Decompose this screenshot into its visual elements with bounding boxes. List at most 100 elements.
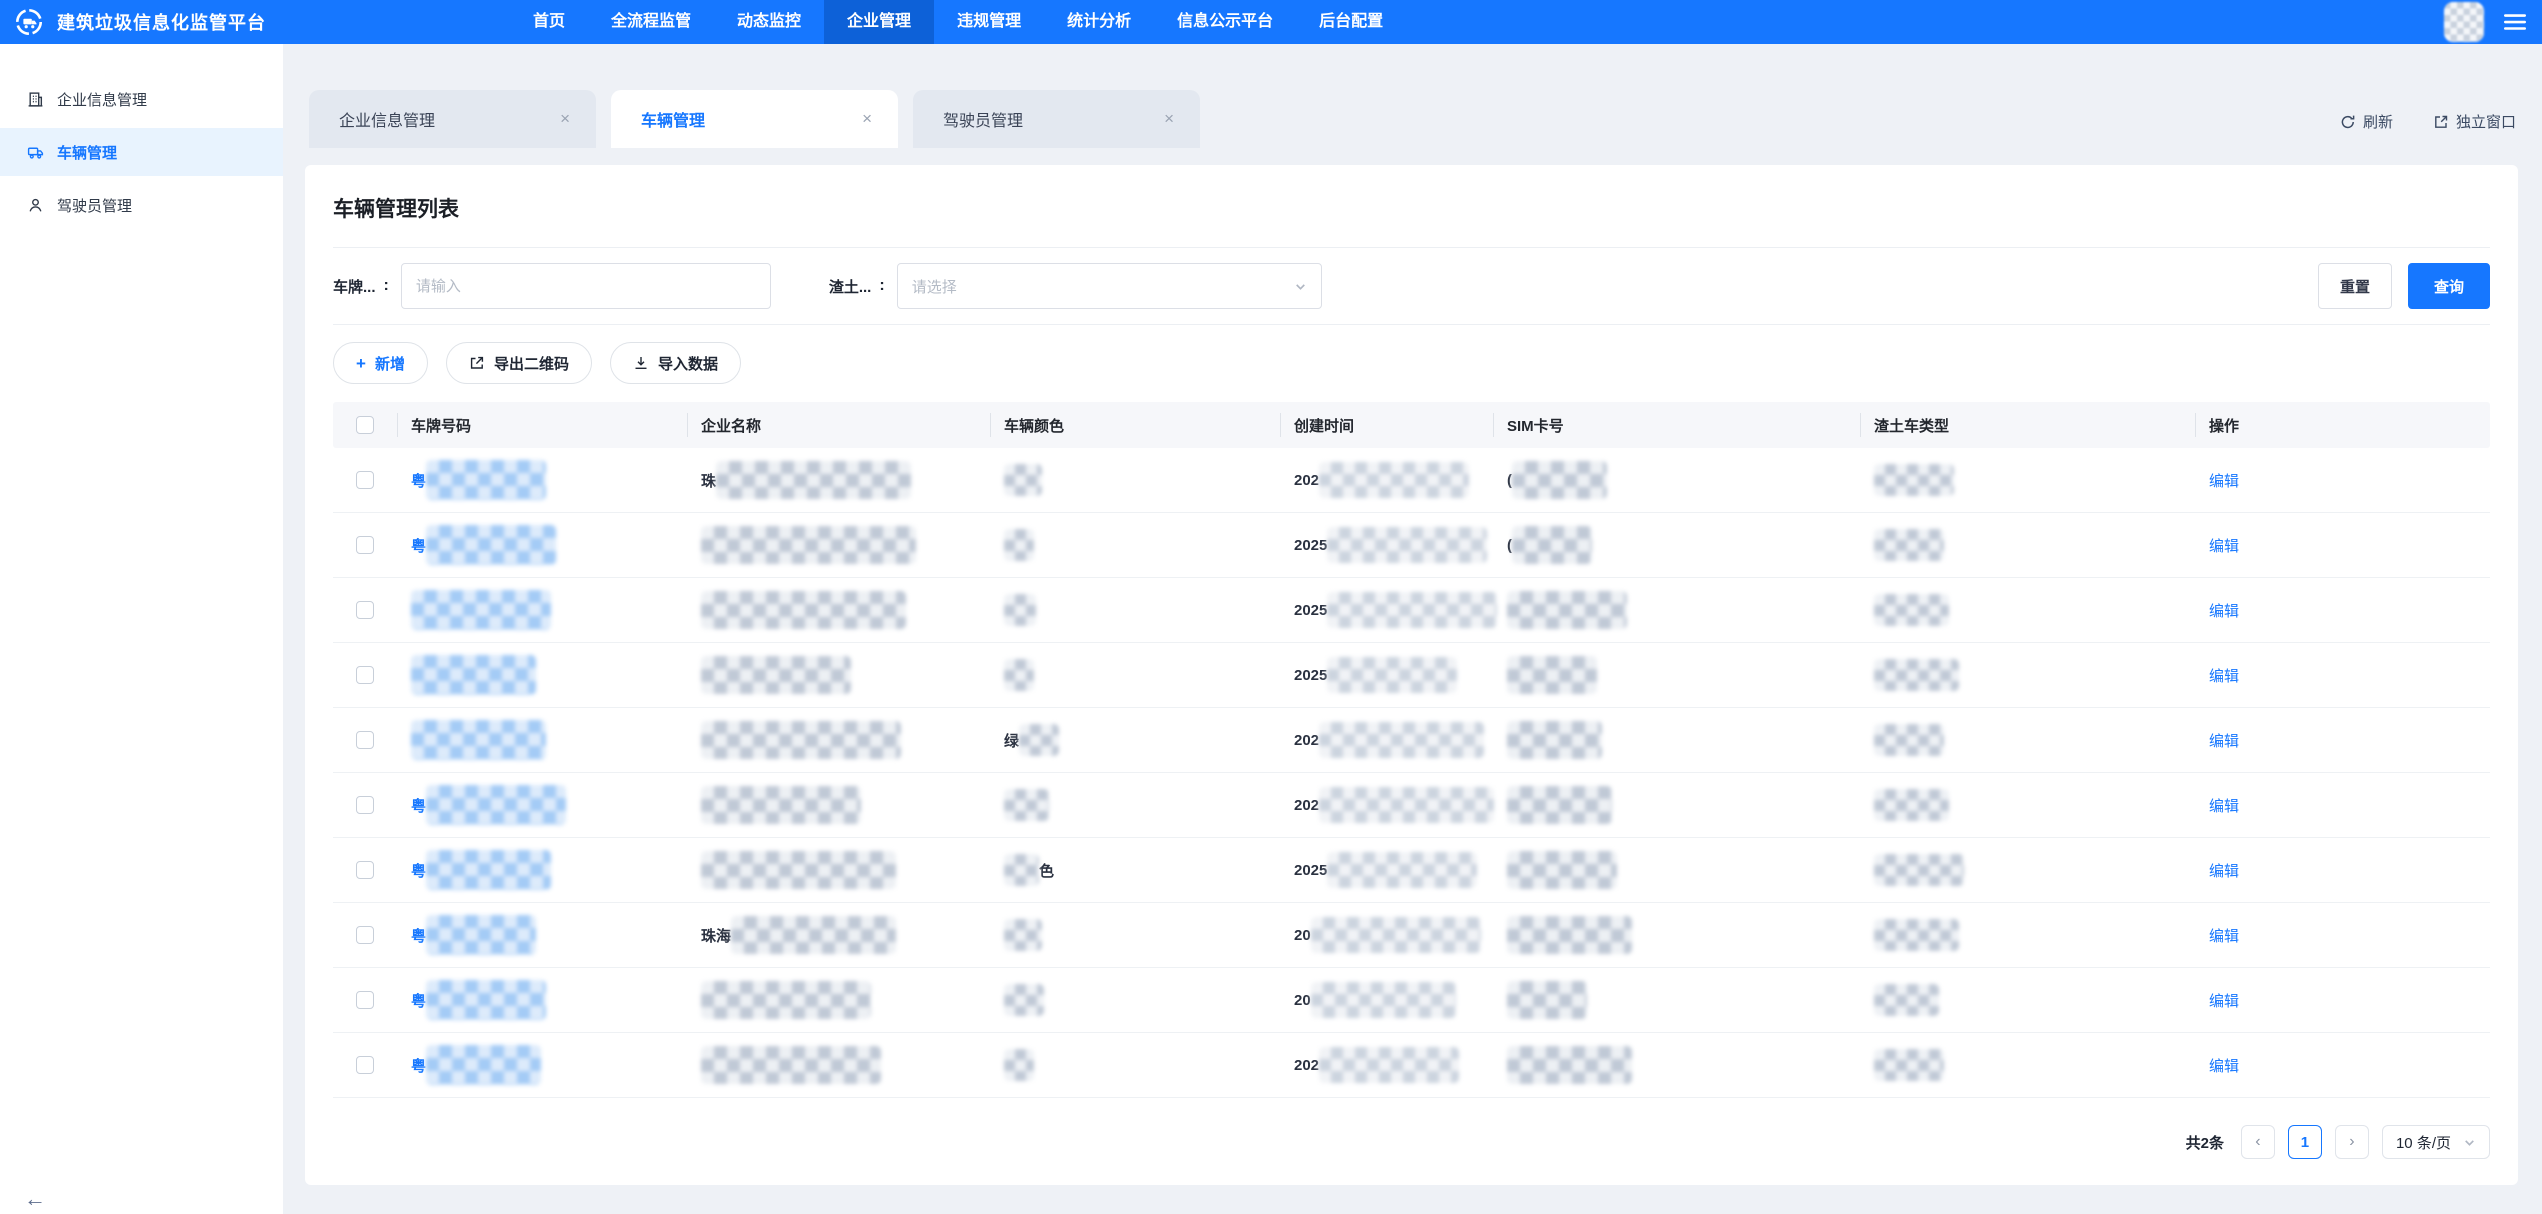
menu-item-企业管理[interactable]: 企业管理: [824, 0, 934, 44]
edit-link[interactable]: 编辑: [2209, 600, 2239, 621]
row-checkbox[interactable]: [356, 1056, 374, 1074]
button-label: 导出二维码: [494, 353, 569, 374]
redacted-text: [716, 461, 911, 499]
sidebar-item-驾驶员管理[interactable]: 驾驶员管理: [0, 181, 283, 229]
row-checkbox[interactable]: [356, 536, 374, 554]
redacted-text: [1319, 462, 1469, 498]
pagination: 共2条 ‹ 1 › 10 条/页: [333, 1125, 2490, 1159]
redacted-text: [1512, 526, 1592, 564]
row-checkbox[interactable]: [356, 731, 374, 749]
page-number-button[interactable]: 1: [2288, 1125, 2322, 1159]
reset-button[interactable]: 重置: [2318, 263, 2392, 309]
prev-page-button[interactable]: ‹: [2241, 1125, 2275, 1159]
menu-item-动态监控[interactable]: 动态监控: [714, 0, 824, 44]
company-prefix: 珠: [701, 470, 716, 491]
row-checkbox[interactable]: [356, 991, 374, 1009]
redacted-text: [701, 851, 896, 889]
row-checkbox[interactable]: [356, 666, 374, 684]
page-size-select[interactable]: 10 条/页: [2382, 1125, 2490, 1159]
edit-link[interactable]: 编辑: [2209, 665, 2239, 686]
redacted-text: [426, 980, 546, 1020]
close-icon[interactable]: ×: [556, 109, 574, 129]
search-button[interactable]: 查询: [2408, 263, 2490, 309]
edit-link[interactable]: 编辑: [2209, 925, 2239, 946]
plate-number-link[interactable]: 粤: [411, 1045, 541, 1085]
total-count: 共2条: [2186, 1132, 2224, 1153]
edit-link[interactable]: 编辑: [2209, 990, 2239, 1011]
refresh-icon: [2340, 114, 2356, 130]
edit-link[interactable]: 编辑: [2209, 730, 2239, 751]
edit-link[interactable]: 编辑: [2209, 1055, 2239, 1076]
create-time-prefix: 20: [1294, 992, 1311, 1009]
plate-filter-colon: :: [384, 277, 389, 295]
新增-button[interactable]: +新增: [333, 342, 428, 384]
plate-number-link[interactable]: 粤: [411, 460, 546, 500]
plate-number-link[interactable]: 粤: [411, 980, 546, 1020]
tab-车辆管理[interactable]: 车辆管理×: [611, 90, 898, 148]
menu-item-信息公示平台[interactable]: 信息公示平台: [1154, 0, 1296, 44]
truck-type-filter-colon: :: [879, 277, 884, 295]
edit-link[interactable]: 编辑: [2209, 795, 2239, 816]
truck-type-select[interactable]: 请选择: [897, 263, 1322, 309]
row-checkbox[interactable]: [356, 471, 374, 489]
row-checkbox[interactable]: [356, 601, 374, 619]
column-header-渣土车类型: 渣土车类型: [1860, 402, 2195, 448]
tab-action-独立窗口[interactable]: 独立窗口: [2433, 111, 2516, 132]
plate-number-link[interactable]: 粤: [411, 850, 551, 890]
tab-企业信息管理[interactable]: 企业信息管理×: [309, 90, 596, 148]
row-checkbox[interactable]: [356, 926, 374, 944]
plate-number-link[interactable]: [411, 590, 551, 630]
divider: [333, 324, 2490, 325]
tab-strip: 企业信息管理×车辆管理×驾驶员管理× 刷新独立窗口: [283, 44, 2542, 148]
divider: [333, 247, 2490, 248]
plate-number-link[interactable]: 粤: [411, 785, 566, 825]
truck-type-filter: 渣土... : 请选择: [829, 263, 1322, 309]
chevron-down-icon: [1294, 280, 1307, 293]
menu-item-后台配置[interactable]: 后台配置: [1296, 0, 1406, 44]
vehicle-color-cell: [990, 529, 1280, 561]
close-icon[interactable]: ×: [1160, 109, 1178, 129]
app-root: 建筑垃圾信息化监管平台 首页全流程监管动态监控企业管理违规管理统计分析信息公示平…: [0, 0, 2542, 1214]
building-icon: [27, 91, 44, 108]
edit-link[interactable]: 编辑: [2209, 470, 2239, 491]
plate-number-link[interactable]: 粤: [411, 915, 536, 955]
plate-number-link[interactable]: [411, 655, 536, 695]
next-page-button[interactable]: ›: [2335, 1125, 2369, 1159]
menu-item-统计分析[interactable]: 统计分析: [1044, 0, 1154, 44]
menu-item-首页[interactable]: 首页: [510, 0, 588, 44]
导出二维码-button[interactable]: 导出二维码: [446, 342, 592, 384]
redacted-text: [1327, 527, 1487, 563]
tab-label: 企业信息管理: [339, 107, 556, 131]
menu-item-全流程监管[interactable]: 全流程监管: [588, 0, 714, 44]
sidebar-item-车辆管理[interactable]: 车辆管理: [0, 128, 283, 176]
sidebar-menu: 企业信息管理车辆管理驾驶员管理: [0, 75, 283, 229]
redacted-text: [1319, 787, 1494, 823]
redacted-text: [1874, 724, 1944, 756]
plate-number-input[interactable]: [401, 263, 771, 309]
redacted-text: [1327, 657, 1457, 693]
redacted-text: [1507, 1046, 1632, 1084]
redacted-text: [1874, 984, 1939, 1016]
table-row: 2025编辑: [333, 578, 2490, 643]
tab-驾驶员管理[interactable]: 驾驶员管理×: [913, 90, 1200, 148]
user-avatar[interactable]: [2444, 2, 2484, 42]
redacted-text: [426, 915, 536, 955]
sim-card-cell: (: [1493, 461, 1860, 499]
menu-icon[interactable]: [2504, 13, 2526, 31]
row-checkbox[interactable]: [356, 861, 374, 879]
menu-item-违规管理[interactable]: 违规管理: [934, 0, 1044, 44]
edit-link[interactable]: 编辑: [2209, 860, 2239, 881]
tab-action-刷新[interactable]: 刷新: [2340, 111, 2393, 132]
sidebar-item-label: 车辆管理: [57, 142, 117, 163]
tab-bar: 企业信息管理×车辆管理×驾驶员管理×: [309, 90, 1200, 148]
导入数据-button[interactable]: 导入数据: [610, 342, 741, 384]
row-checkbox[interactable]: [356, 796, 374, 814]
plate-number-link[interactable]: [411, 720, 546, 760]
select-all-checkbox[interactable]: [356, 416, 374, 434]
redacted-text: [1004, 854, 1039, 886]
edit-link[interactable]: 编辑: [2209, 535, 2239, 556]
collapse-sidebar-arrow[interactable]: ←: [24, 1188, 46, 1210]
plate-number-link[interactable]: 粤: [411, 525, 556, 565]
sidebar-item-企业信息管理[interactable]: 企业信息管理: [0, 75, 283, 123]
close-icon[interactable]: ×: [858, 109, 876, 129]
